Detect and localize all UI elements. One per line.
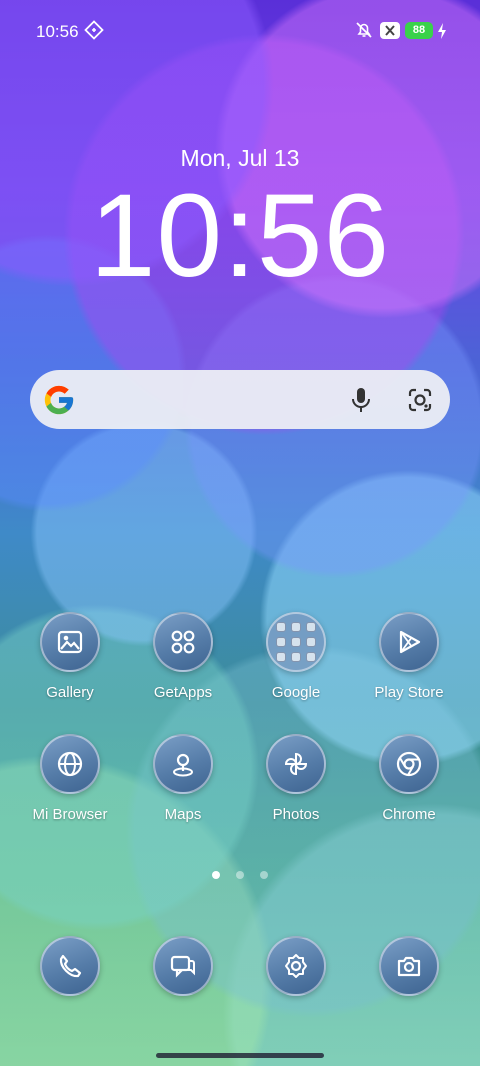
app-gallery[interactable]: Gallery <box>20 612 120 701</box>
home-gesture-bar[interactable] <box>156 1053 324 1058</box>
no-sim-icon <box>380 22 400 44</box>
app-label: Mi Browser <box>32 806 108 823</box>
app-folder-google[interactable]: Google <box>246 612 346 701</box>
app-label: Gallery <box>46 684 94 701</box>
play-store-icon <box>379 612 439 672</box>
app-label: Maps <box>164 806 202 823</box>
bell-off-icon <box>354 20 374 45</box>
clock-widget[interactable]: 10:56 <box>0 168 480 304</box>
app-chrome[interactable]: Chrome <box>359 734 459 823</box>
microphone-icon[interactable] <box>350 387 372 418</box>
status-bar: 10:56 88 <box>0 0 480 62</box>
getapps-icon <box>153 612 213 672</box>
charging-icon <box>437 23 447 44</box>
app-mi-browser[interactable]: Mi Browser <box>20 734 120 823</box>
app-photos[interactable]: Photos <box>246 734 346 823</box>
app-label: GetApps <box>153 684 213 701</box>
data-saver-icon <box>84 20 104 45</box>
settings-icon <box>266 936 326 996</box>
app-maps[interactable]: Maps <box>133 734 233 823</box>
phone-icon <box>40 936 100 996</box>
dock-phone[interactable] <box>20 936 120 996</box>
chrome-icon <box>379 734 439 794</box>
status-time: 10:56 <box>36 22 79 41</box>
google-logo-icon <box>42 383 76 422</box>
globe-icon <box>40 734 100 794</box>
page-indicator[interactable] <box>0 866 480 884</box>
app-label: Google <box>271 684 321 701</box>
app-getapps[interactable]: GetApps <box>133 612 233 701</box>
messages-icon <box>153 936 213 996</box>
lens-camera-icon[interactable] <box>407 387 433 418</box>
app-label: Play Store <box>374 684 444 701</box>
app-label: Photos <box>272 806 320 823</box>
dock-messages[interactable] <box>133 936 233 996</box>
dock-camera[interactable] <box>359 936 459 996</box>
map-pin-icon <box>153 734 213 794</box>
battery-level: 88 <box>405 22 433 39</box>
page-dot-1[interactable] <box>211 871 220 879</box>
pinwheel-icon <box>266 734 326 794</box>
gallery-icon <box>40 612 100 672</box>
camera-icon <box>379 936 439 996</box>
page-dot-2[interactable] <box>236 871 244 879</box>
google-search-bar[interactable] <box>30 370 450 429</box>
dock-settings[interactable] <box>246 936 346 996</box>
page-dot-3[interactable] <box>260 871 269 879</box>
app-play-store[interactable]: Play Store <box>359 612 459 701</box>
google-folder-icon <box>266 612 326 672</box>
app-label: Chrome <box>382 806 436 823</box>
